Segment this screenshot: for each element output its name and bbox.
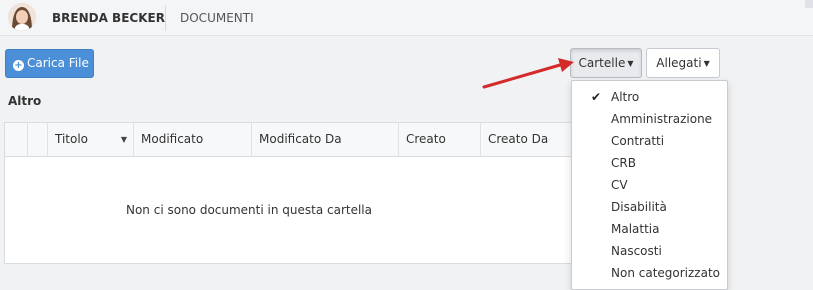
icon-column-header [27,123,47,156]
column-title-label: Titolo [55,132,89,146]
empty-table-message: Non ci sono documenti in questa cartella [125,203,372,217]
current-folder-label: Altro [8,94,42,108]
menu-item-altro[interactable]: ✔ Altro [572,86,727,108]
sort-desc-icon: ▼ [120,135,127,144]
menu-item-amministrazione[interactable]: Amministrazione [572,108,727,130]
avatar[interactable] [8,3,36,31]
menu-item-label: Contratti [611,134,665,148]
column-header-created[interactable]: Creato [398,123,480,156]
upload-file-label: Carica File [27,56,89,70]
annotation-arrow-icon [482,58,574,89]
column-created-by-label: Creato Da [488,132,549,146]
menu-item-cv[interactable]: CV [572,174,727,196]
menu-item-label: Disabilità [611,200,667,214]
caret-down-icon: ▼ [627,59,634,68]
column-header-modified[interactable]: Modificato [133,123,251,156]
menu-item-nascosti[interactable]: Nascosti [572,240,727,262]
table-header: Titolo ▼ Modificato Modificato Da Creato… [5,123,603,157]
check-icon: ✔ [591,90,602,104]
menu-item-label: Altro [611,90,640,104]
menu-item-label: Nascosti [611,244,662,258]
column-header-modified-by[interactable]: Modificato Da [251,123,398,156]
user-name[interactable]: BRENDA BECKER [52,11,165,25]
folders-dropdown-button[interactable]: Cartelle ▼ [570,48,642,78]
documents-table: Titolo ▼ Modificato Modificato Da Creato… [4,122,604,264]
menu-item-non-categorizzato[interactable]: Non categorizzato [572,262,727,284]
section-title: DOCUMENTI [180,11,254,25]
column-header-title[interactable]: Titolo ▼ [47,123,133,156]
corner-decoration [805,0,813,8]
menu-item-label: CV [611,178,628,192]
upload-file-button[interactable]: + Carica File [5,49,94,78]
column-created-label: Creato [406,132,446,146]
menu-item-crb[interactable]: CRB [572,152,727,174]
menu-item-label: Amministrazione [611,112,713,126]
menu-item-label: CRB [611,156,636,170]
folders-label: Cartelle [578,56,626,70]
menu-item-malattia[interactable]: Malattia [572,218,727,240]
menu-item-label: Non categorizzato [611,266,721,280]
folders-dropdown-menu: ✔ Altro Amministrazione Contratti CRB CV… [571,80,728,290]
divider [165,5,166,31]
column-modified-label: Modificato [141,132,204,146]
menu-item-label: Malattia [611,222,660,236]
plus-circle-icon: + [13,60,24,71]
select-column-header[interactable] [5,123,27,156]
top-bar: BRENDA BECKER DOCUMENTI [0,0,813,36]
column-modified-by-label: Modificato Da [259,132,342,146]
attachments-dropdown-button[interactable]: Allegati ▼ [646,48,720,78]
caret-down-icon: ▼ [703,59,710,68]
menu-item-contratti[interactable]: Contratti [572,130,727,152]
attachments-label: Allegati [656,56,702,70]
menu-item-disabilita[interactable]: Disabilità [572,196,727,218]
